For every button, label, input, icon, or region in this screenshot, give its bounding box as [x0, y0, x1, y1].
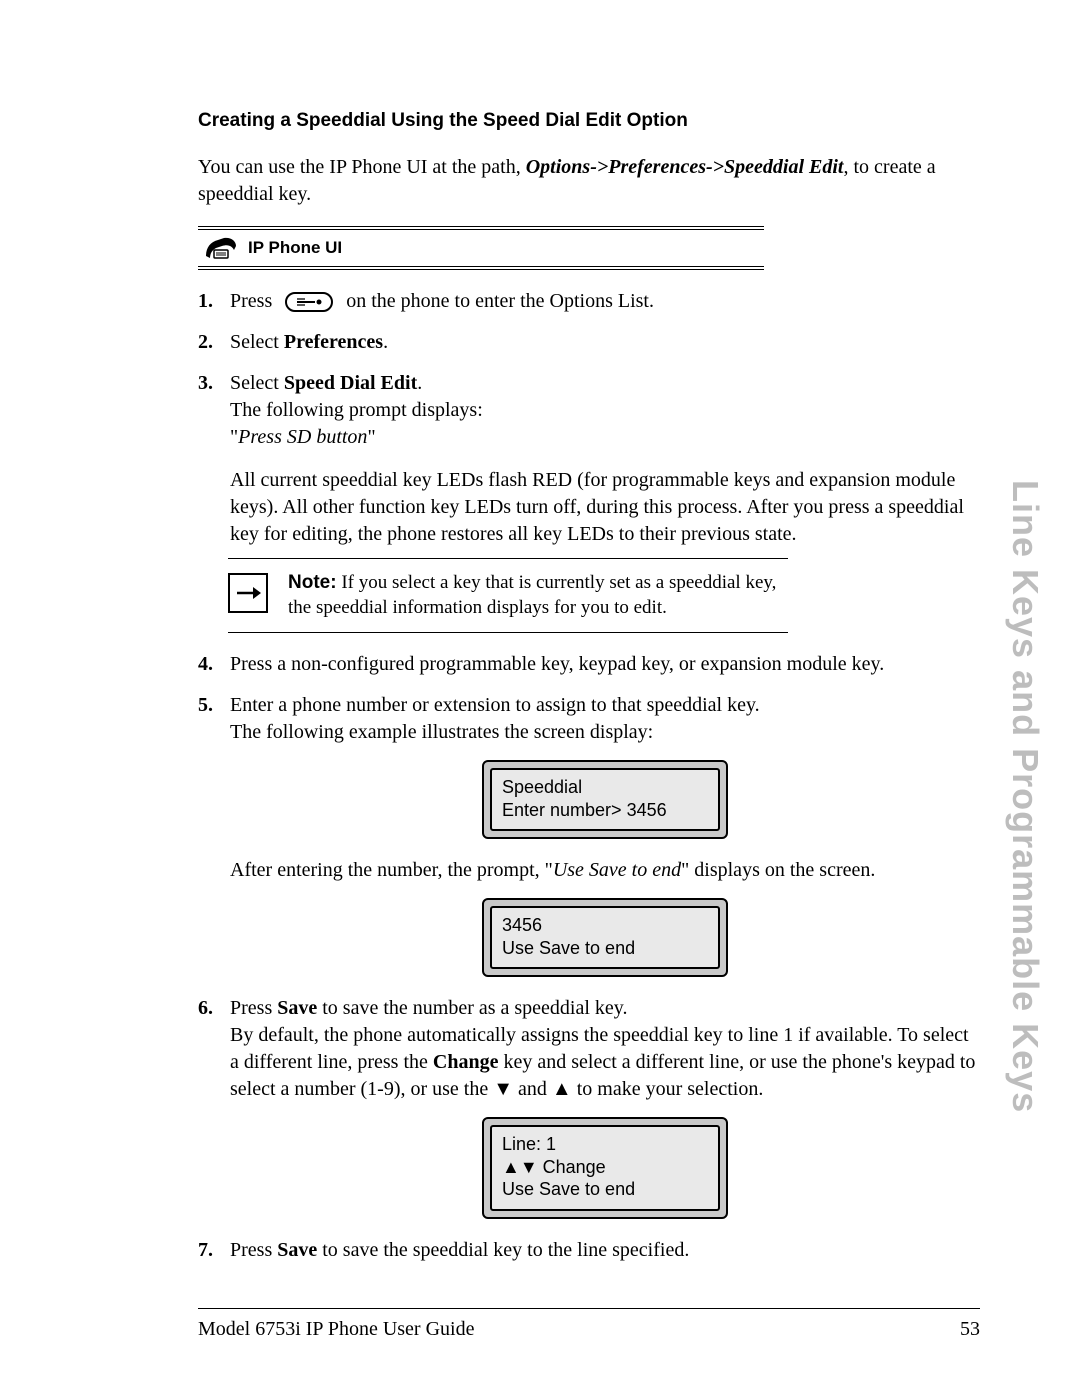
step-3: Select Speed Dial Edit. The following pr… — [198, 370, 980, 633]
phone-ui-icon — [204, 236, 238, 260]
ip-phone-ui-banner: IP Phone UI — [198, 226, 764, 270]
lcd1-l1: Speeddial — [502, 776, 708, 799]
step6-b: to save the number as a speeddial key. — [317, 997, 627, 1019]
note-block: Note: If you select a key that is curren… — [228, 558, 788, 633]
after-lcd1-ital: Use Save to end — [553, 859, 681, 881]
note-bold: Note: — [288, 572, 337, 593]
footer-rule — [198, 1308, 980, 1309]
step6-para-c: and — [513, 1078, 552, 1100]
step-6: Press Save to save the number as a speed… — [198, 995, 980, 1219]
step5-l2: The following example illustrates the sc… — [230, 719, 980, 746]
intro-prefix: You can use the IP Phone UI at the path, — [198, 156, 526, 178]
lcd3-l2: ▲▼ Change — [502, 1156, 708, 1179]
step1-text-b: on the phone to enter the Options List. — [346, 290, 654, 312]
step6-a: Press — [230, 997, 277, 1019]
intro-paragraph: You can use the IP Phone UI at the path,… — [198, 154, 980, 208]
step2-a: Select — [230, 331, 284, 353]
step1-text-a: Press — [230, 290, 277, 312]
triangle-up-icon: ▲ — [552, 1078, 572, 1100]
lcd-1: Speeddial Enter number> 3456 — [482, 760, 728, 839]
note-arrow-icon — [228, 573, 268, 613]
footer-page-number: 53 — [960, 1318, 980, 1341]
lcd2-l1: 3456 — [502, 914, 708, 937]
step3-paragraph: All current speeddial key LEDs flash RED… — [230, 467, 980, 548]
step-7: Press Save to save the speeddial key to … — [198, 1237, 980, 1264]
step3-c: . — [417, 372, 422, 394]
step7-a: Press — [230, 1239, 277, 1261]
note-text: Note: If you select a key that is curren… — [288, 571, 788, 620]
step2-c: . — [383, 331, 388, 353]
note-body: If you select a key that is currently se… — [288, 572, 776, 618]
step6-bold1: Save — [277, 997, 317, 1019]
step6-bold2: Change — [433, 1051, 499, 1073]
after-lcd1-b: " displays on the screen. — [681, 859, 875, 881]
step-5: Enter a phone number or extension to ass… — [198, 692, 980, 977]
step3-quote-line: "Press SD button" — [230, 424, 980, 451]
step6-para: By default, the phone automatically assi… — [230, 1022, 980, 1103]
lcd-2: 3456 Use Save to end — [482, 898, 728, 977]
section-title: Creating a Speeddial Using the Speed Dia… — [198, 110, 980, 132]
step3-bold: Speed Dial Edit — [284, 372, 417, 394]
step-2: Select Preferences. — [198, 329, 980, 356]
step3-q2: " — [367, 426, 375, 448]
step5-l1: Enter a phone number or extension to ass… — [230, 692, 980, 719]
step7-b: to save the speeddial key to the line sp… — [317, 1239, 689, 1261]
lcd-3: Line: 1 ▲▼ Change Use Save to end — [482, 1117, 728, 1219]
step2-bold: Preferences — [284, 331, 383, 353]
step3-a: Select — [230, 372, 284, 394]
lcd2-l2: Use Save to end — [502, 937, 708, 960]
step4-text: Press a non-configured programmable key,… — [230, 653, 884, 675]
triangle-down-icon: ▼ — [493, 1078, 513, 1100]
intro-path: Options->Preferences->Speeddial Edit — [526, 156, 844, 178]
after-lcd1: After entering the number, the prompt, "… — [230, 857, 980, 884]
step3-italic: Press SD button — [238, 426, 367, 448]
step-4: Press a non-configured programmable key,… — [198, 651, 980, 678]
footer-left: Model 6753i IP Phone User Guide — [198, 1318, 474, 1341]
lcd3-l3: Use Save to end — [502, 1178, 708, 1201]
step3-l2: The following prompt displays: — [230, 397, 980, 424]
step7-bold: Save — [277, 1239, 317, 1261]
options-key-icon — [285, 292, 333, 312]
page-footer: Model 6753i IP Phone User Guide 53 — [198, 1318, 980, 1341]
side-chapter-label: Line Keys and Programmable Keys — [1004, 480, 1046, 1113]
lcd1-l2: Enter number> 3456 — [502, 799, 708, 822]
step3-q1: " — [230, 426, 238, 448]
step6-para-d: to make your selection. — [572, 1078, 764, 1100]
ip-phone-ui-label: IP Phone UI — [248, 238, 342, 258]
step-1: Press on the phone to enter the Options … — [198, 288, 980, 315]
after-lcd1-a: After entering the number, the prompt, " — [230, 859, 553, 881]
lcd3-l1: Line: 1 — [502, 1133, 708, 1156]
